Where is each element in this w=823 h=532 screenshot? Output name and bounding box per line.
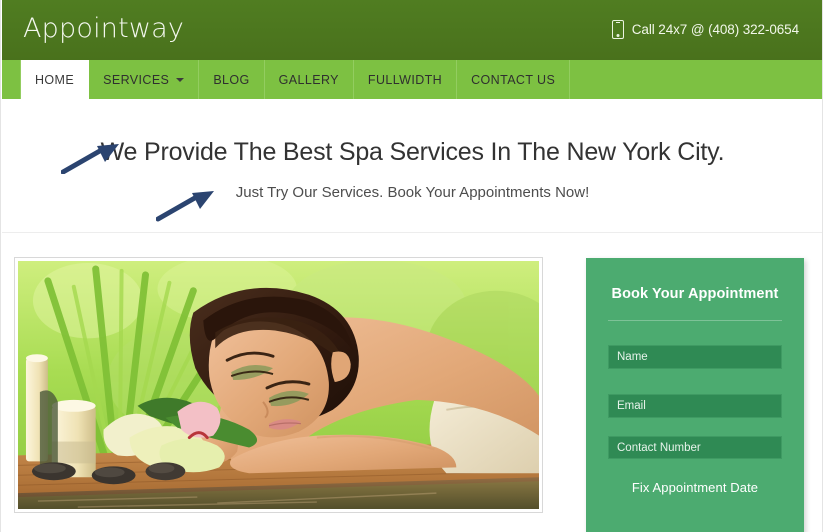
- name-input[interactable]: [617, 351, 773, 363]
- nav-list: HOME SERVICES BLOG GALLERY FULLWIDTH CON…: [20, 60, 571, 99]
- nav-item-gallery[interactable]: GALLERY: [265, 60, 354, 99]
- contact-number-input[interactable]: [617, 441, 773, 454]
- page-root: Appointway Call 24x7 @ (408) 322-0654 HO…: [0, 0, 823, 532]
- booking-form-title: Book Your Appointment: [611, 286, 779, 302]
- contact-number-field[interactable]: [608, 436, 782, 459]
- nav-item-label: BLOG: [213, 72, 250, 87]
- page-subtitle: Just Try Our Services. Book Your Appoint…: [235, 184, 590, 201]
- fix-appointment-date-label: Fix Appointment Date: [631, 480, 759, 495]
- page-title: We Provide The Best Spa Services In The …: [100, 138, 725, 166]
- nav-item-home[interactable]: HOME: [20, 60, 90, 99]
- mobile-phone-icon: [611, 20, 624, 39]
- spa-photo-illustration: [18, 261, 539, 509]
- divider: [608, 320, 782, 321]
- hero-image-card: [14, 257, 543, 513]
- nav-item-label: SERVICES: [103, 72, 170, 87]
- nav-item-fullwidth[interactable]: FULLWIDTH: [354, 60, 458, 99]
- site-header: Appointway Call 24x7 @ (408) 322-0654: [2, 0, 822, 60]
- nav-item-blog[interactable]: BLOG: [199, 60, 265, 99]
- nav-item-label: CONTACT US: [471, 72, 556, 87]
- email-input[interactable]: [617, 400, 773, 412]
- name-field[interactable]: [608, 345, 782, 369]
- spa-photo: [18, 261, 539, 509]
- nav-item-label: HOME: [35, 72, 75, 87]
- phone-number-text: Call 24x7 @ (408) 322-0654: [631, 22, 799, 37]
- email-field[interactable]: [608, 394, 782, 418]
- hero-section: We Provide The Best Spa Services In The …: [2, 99, 822, 233]
- nav-item-services[interactable]: SERVICES: [89, 60, 200, 99]
- nav-item-label: GALLERY: [278, 72, 339, 87]
- header-phone[interactable]: Call 24x7 @ (408) 322-0654: [611, 20, 799, 39]
- site-logo[interactable]: Appointway: [23, 12, 184, 46]
- nav-item-contact-us[interactable]: CONTACT US: [457, 60, 571, 99]
- main-navigation: HOME SERVICES BLOG GALLERY FULLWIDTH CON…: [2, 60, 822, 99]
- chevron-down-icon: [176, 78, 185, 82]
- main-content: Book Your Appointment Fix Appointment Da…: [2, 233, 822, 532]
- nav-item-label: FULLWIDTH: [367, 72, 443, 87]
- booking-form-panel: Book Your Appointment Fix Appointment Da…: [586, 258, 804, 532]
